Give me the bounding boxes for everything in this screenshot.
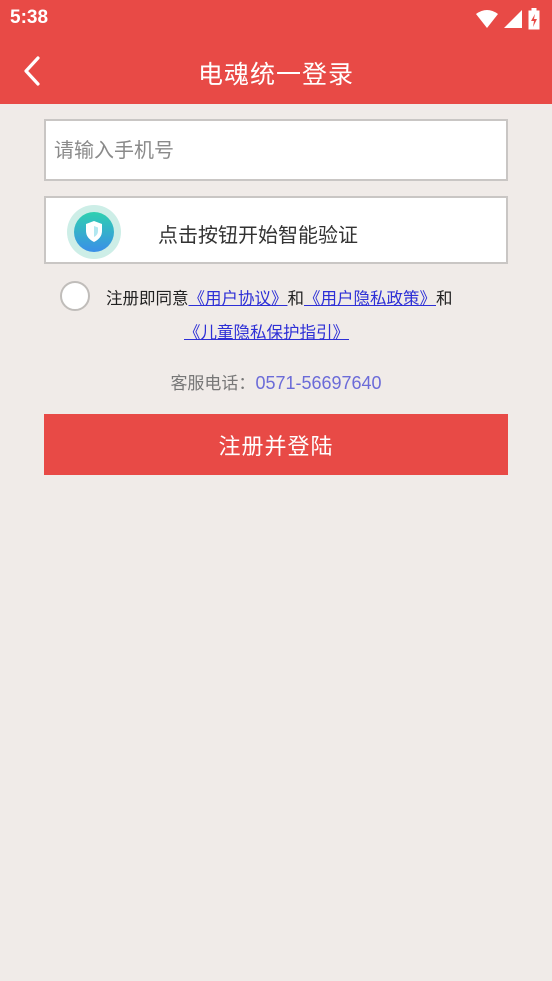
shield-icon bbox=[67, 205, 121, 259]
status-time: 5:38 bbox=[10, 7, 49, 28]
phone-input[interactable] bbox=[44, 119, 508, 181]
privacy-policy-link[interactable]: 《用户隐私政策》 bbox=[304, 289, 436, 308]
verify-label: 点击按钮开始智能验证 bbox=[158, 223, 358, 247]
children-privacy-link[interactable]: 《儿童隐私保护指引》 bbox=[184, 323, 349, 342]
user-agreement-link[interactable]: 《用户协议》 bbox=[189, 289, 288, 308]
service-phone-link[interactable]: 0571-56697640 bbox=[255, 373, 381, 393]
app-bar: 电魂统一登录 bbox=[0, 38, 552, 104]
battery-icon bbox=[528, 8, 540, 30]
agreement-prefix: 注册即同意 bbox=[106, 289, 189, 308]
service-label: 客服电话： bbox=[170, 374, 256, 394]
customer-service: 客服电话：0571-56697640 bbox=[0, 369, 552, 394]
agreement-and-1: 和 bbox=[287, 289, 305, 308]
agreement-text-line1: 注册即同意《用户协议》和《用户隐私政策》和 bbox=[106, 285, 453, 309]
signal-icon bbox=[504, 10, 522, 28]
wifi-icon bbox=[476, 10, 498, 28]
register-login-button[interactable]: 注册并登陆 bbox=[44, 414, 508, 475]
agreement-text-line2: 《儿童隐私保护指引》 bbox=[184, 319, 349, 343]
smart-verify-button[interactable]: 点击按钮开始智能验证 bbox=[44, 196, 508, 264]
status-icons bbox=[476, 8, 540, 30]
agreement-and-2: 和 bbox=[436, 289, 453, 308]
agreement-checkbox[interactable] bbox=[60, 281, 90, 311]
page-title: 电魂统一登录 bbox=[197, 60, 354, 89]
status-bar: 5:38 bbox=[0, 0, 552, 38]
